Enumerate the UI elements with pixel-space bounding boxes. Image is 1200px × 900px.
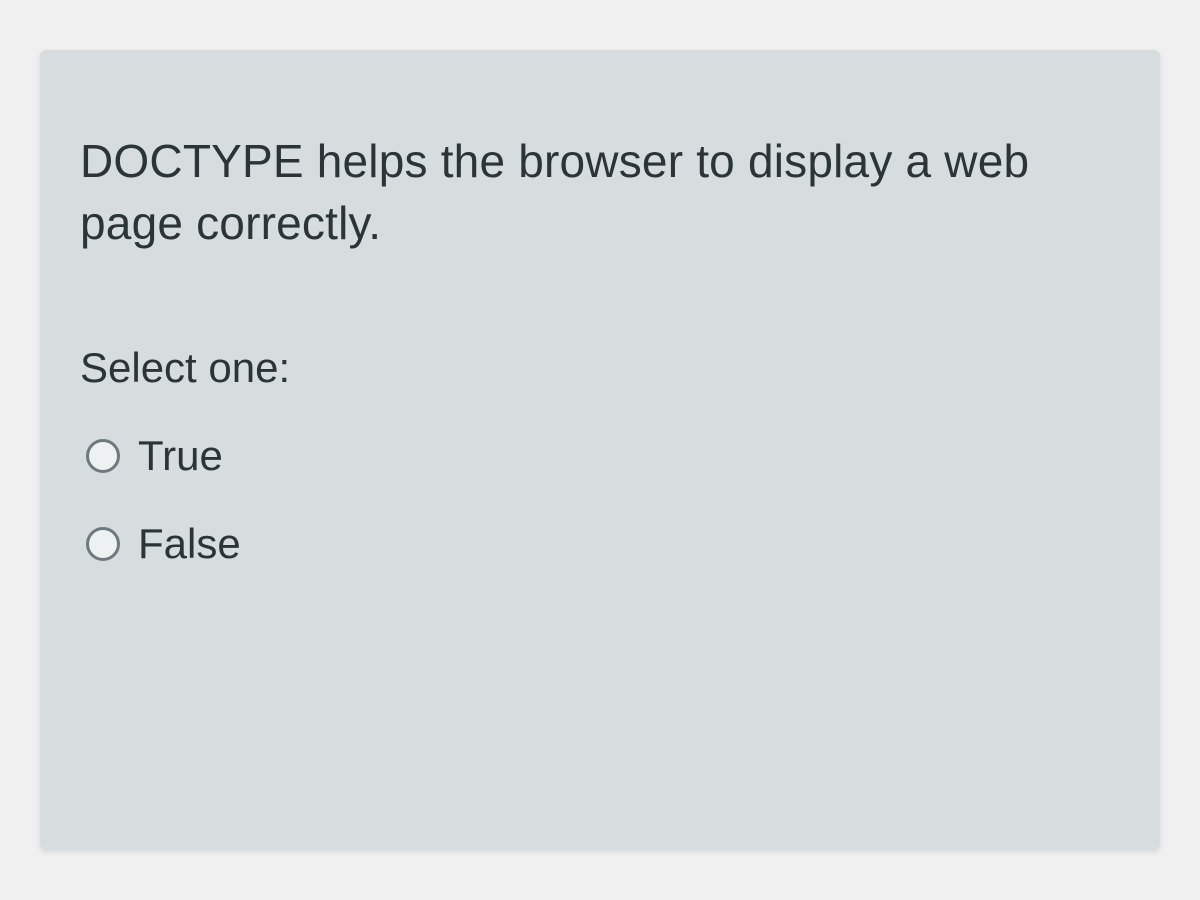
radio-true[interactable] bbox=[86, 439, 120, 473]
select-prompt: Select one: bbox=[80, 344, 1120, 392]
question-card: DOCTYPE helps the browser to display a w… bbox=[40, 50, 1160, 850]
radio-false[interactable] bbox=[86, 527, 120, 561]
option-true-label: True bbox=[138, 432, 223, 480]
option-false[interactable]: False bbox=[80, 520, 1120, 568]
option-true[interactable]: True bbox=[80, 432, 1120, 480]
question-text: DOCTYPE helps the browser to display a w… bbox=[80, 130, 1120, 254]
option-false-label: False bbox=[138, 520, 241, 568]
